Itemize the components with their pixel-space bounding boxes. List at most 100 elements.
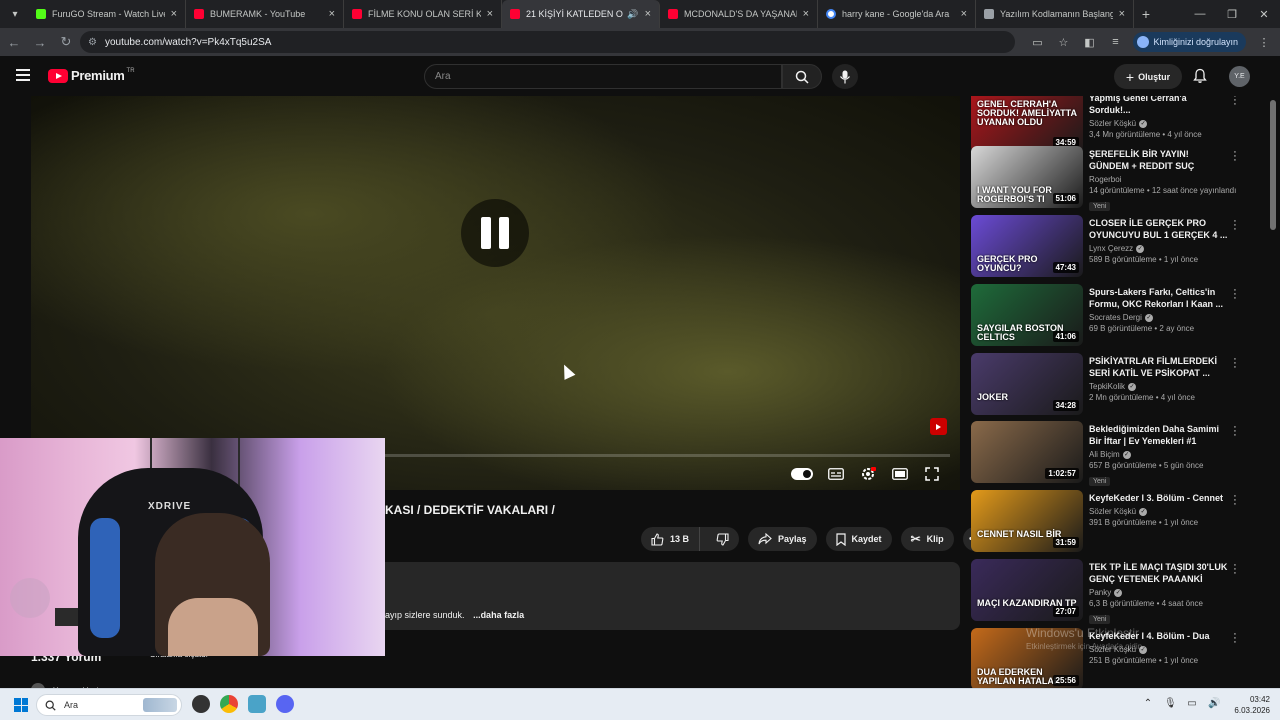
taskbar-search[interactable]: Ara (36, 694, 182, 716)
video-thumbnail[interactable]: GERÇEK PRO OYUNCU? 47:43 (971, 215, 1083, 277)
new-tab-button[interactable]: + (1134, 6, 1158, 22)
video-player[interactable] (31, 96, 960, 490)
settings-gear-icon[interactable] (859, 465, 877, 483)
browser-tab[interactable]: MCDONALD'S DA YAŞANAN K × (660, 0, 818, 28)
browser-tab[interactable]: harry kane - Google'da Ara × (818, 0, 976, 28)
media-controls-icon[interactable]: ≡ (1107, 36, 1123, 48)
video-thumbnail[interactable]: SAYGILAR BOSTON CELTICS 41:06 (971, 284, 1083, 346)
channel-name[interactable]: TepkiKolik ✓ (1089, 382, 1229, 391)
close-tab-icon[interactable]: × (803, 8, 809, 20)
close-tab-icon[interactable]: × (961, 8, 967, 20)
related-video-card[interactable]: CENNET NASIL BİR 31:59 KeyfeKeder I 3. Böl… (971, 490, 1241, 554)
related-video-card[interactable]: GERÇEK PRO OYUNCU? 47:43 CLOSER İLE GERÇEK… (971, 215, 1241, 279)
microphone-icon[interactable]: 🎙 (1164, 698, 1177, 709)
browser-menu-icon[interactable]: ⋮ (1256, 36, 1272, 49)
channel-name[interactable]: Sözler Köşkü ✓ (1089, 507, 1229, 516)
create-button[interactable]: + Oluştur (1114, 64, 1182, 89)
restore-icon[interactable]: ❐ (1216, 0, 1248, 28)
youtube-logo[interactable]: Premium TR (48, 68, 135, 83)
video-thumbnail[interactable]: I WANT YOU FOR ROGERBOI'S TI 51:06 (971, 146, 1083, 208)
back-icon[interactable]: ← (2, 30, 26, 54)
windows-start-icon[interactable] (14, 698, 28, 712)
close-tab-icon[interactable]: × (1119, 8, 1125, 20)
dislike-button[interactable] (706, 527, 739, 551)
cast-icon[interactable]: ▭ (1029, 36, 1045, 49)
app-icon[interactable] (248, 695, 266, 713)
video-title[interactable]: Yapmış Genel Cerrah'a Sorduk!... (1089, 96, 1229, 116)
browser-tab[interactable]: Yazılım Kodlamanın Başlangıcı × (976, 0, 1134, 28)
video-thumbnail[interactable]: GENEL CERRAH'A SORDUK! AMELİYATTA UYANAN… (971, 96, 1083, 152)
extensions-icon[interactable]: ◧ (1081, 36, 1097, 49)
pause-button[interactable] (461, 199, 529, 267)
chrome-icon[interactable] (220, 695, 238, 713)
voice-search-button[interactable] (832, 64, 858, 89)
related-video-card[interactable]: I WANT YOU FOR ROGERBOI'S TI 51:06 ŞEREFEL… (971, 146, 1241, 211)
search-button[interactable] (782, 64, 822, 89)
volume-icon[interactable]: 🔊 (1208, 698, 1220, 709)
tab-search-icon[interactable]: ▾ (2, 3, 28, 25)
bookmark-star-icon[interactable]: ☆ (1055, 36, 1071, 49)
video-menu-icon[interactable]: · · · (1231, 422, 1239, 441)
video-thumbnail[interactable]: MAÇI KAZANDIRAN TP 27:07 (971, 559, 1083, 621)
video-title[interactable]: PSİKİYATRLAR FİLMLERDEKİ SERİ KATİL VE P… (1089, 355, 1229, 379)
video-thumbnail[interactable]: CENNET NASIL BİR 31:59 (971, 490, 1083, 552)
video-title[interactable]: CLOSER İLE GERÇEK PRO OYUNCUYU BUL 1 GER… (1089, 217, 1229, 241)
close-tab-icon[interactable]: × (645, 8, 651, 20)
clip-button[interactable]: ✂ Klip (900, 527, 954, 551)
related-video-card[interactable]: 1:02:57 Beklediğimizden Daha Samimi Bir İ… (971, 421, 1241, 486)
video-menu-icon[interactable]: · · · (1231, 96, 1239, 110)
minimize-icon[interactable]: — (1184, 0, 1216, 28)
related-video-card[interactable]: JOKER 34:28 PSİKİYATRLAR FİLMLERDEKİ SERİ … (971, 353, 1241, 417)
share-button[interactable]: Paylaş (748, 527, 817, 551)
page-scrollbar[interactable] (1270, 100, 1276, 230)
channel-name[interactable]: Sözler Köşkü ✓ (1089, 119, 1229, 128)
channel-name[interactable]: Socrates Dergi ✓ (1089, 313, 1229, 322)
save-button[interactable]: Kaydet (825, 527, 892, 551)
channel-name[interactable]: Rogerboi (1089, 175, 1229, 184)
video-title[interactable]: Spurs-Lakers Farkı, Celtics'in Formu, OK… (1089, 286, 1229, 310)
video-title[interactable]: KeyfeKeder I 3. Bölüm - Cennet (1089, 492, 1229, 504)
video-menu-icon[interactable]: · · · (1231, 147, 1239, 166)
video-thumbnail[interactable]: JOKER 34:28 (971, 353, 1083, 415)
video-menu-icon[interactable]: · · · (1231, 285, 1239, 304)
autoplay-toggle[interactable] (791, 468, 813, 480)
show-more-link[interactable]: ...daha fazla (473, 610, 524, 620)
discord-icon[interactable] (276, 695, 294, 713)
browser-tab[interactable]: 21 KİŞİYİ KATLEDEN OTOYOL 🔊 × (502, 0, 660, 28)
video-menu-icon[interactable]: · · · (1231, 354, 1239, 373)
speaker-icon[interactable]: 🔊 (627, 9, 638, 20)
subtitles-icon[interactable] (827, 465, 845, 483)
close-window-icon[interactable]: ✕ (1248, 0, 1280, 28)
fullscreen-icon[interactable] (923, 465, 941, 483)
channel-watermark-icon[interactable] (930, 418, 947, 435)
site-info-icon[interactable]: ⚙ (88, 37, 97, 48)
channel-name[interactable]: Lynx Çerezz ✓ (1089, 244, 1229, 253)
search-input[interactable]: Ara (424, 64, 782, 89)
browser-tab[interactable]: BUMERAMK - YouTube × (186, 0, 344, 28)
theater-mode-icon[interactable] (891, 465, 909, 483)
video-title[interactable]: TEK TP İLE MAÇI TAŞIDI 30'LUK GENÇ YETEN… (1089, 561, 1229, 585)
like-button[interactable]: 13 B (641, 527, 701, 551)
related-video-card[interactable]: SAYGILAR BOSTON CELTICS 41:06 Spurs-Lakers… (971, 284, 1241, 348)
close-tab-icon[interactable]: × (171, 8, 177, 20)
profile-button[interactable]: Kimliğinizi doğrulayın (1133, 32, 1246, 52)
channel-name[interactable]: Panky ✓ (1089, 588, 1229, 597)
video-menu-icon[interactable]: · · · (1231, 629, 1239, 648)
browser-tab[interactable]: FİLME KONU OLAN SERİ KATİL × (344, 0, 502, 28)
app-icon[interactable] (192, 695, 210, 713)
chevron-up-icon[interactable]: ⌃ (1142, 698, 1154, 709)
close-tab-icon[interactable]: × (487, 8, 493, 20)
video-title[interactable]: ŞEREFELİK BİR YAYIN! GÜNDEM + REDDIT SUÇ… (1089, 148, 1229, 172)
menu-icon[interactable] (16, 69, 30, 81)
close-tab-icon[interactable]: × (329, 8, 335, 20)
video-title[interactable]: Beklediğimizden Daha Samimi Bir İftar | … (1089, 423, 1229, 447)
related-video-card[interactable]: MAÇI KAZANDIRAN TP 27:07 TEK TP İLE MAÇI T… (971, 559, 1241, 624)
channel-name[interactable]: Ali Biçim ✓ (1089, 450, 1229, 459)
video-menu-icon[interactable]: · · · (1231, 491, 1239, 510)
network-icon[interactable]: ▭ (1186, 698, 1198, 709)
account-avatar[interactable]: Y.E (1229, 66, 1250, 87)
taskbar-clock[interactable]: 03:42 6.03.2026 (1234, 694, 1270, 716)
video-menu-icon[interactable]: · · · (1231, 216, 1239, 235)
video-thumbnail[interactable]: 1:02:57 (971, 421, 1083, 483)
reload-icon[interactable]: ↻ (54, 30, 78, 54)
